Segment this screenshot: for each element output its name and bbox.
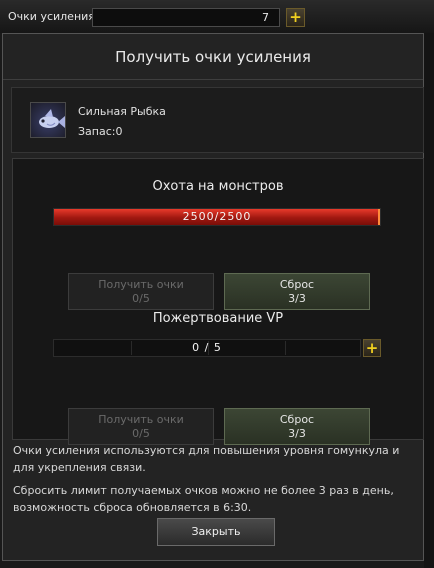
item-name: Сильная Рыбка bbox=[78, 105, 166, 118]
hunt-progress-bar: 2500/2500 bbox=[53, 208, 381, 226]
top-bar: Очки усиления 7 + bbox=[0, 0, 434, 33]
hunt-reset-label: Сброс bbox=[279, 278, 315, 291]
info-text: Очки усиления используются для повышения… bbox=[11, 442, 424, 522]
dialog-title: Получить очки усиления bbox=[115, 48, 311, 66]
donation-progress-bar: 0 / 5 bbox=[53, 339, 361, 357]
sources-panel: Охота на монстров 2500/2500 Получить очк… bbox=[12, 158, 424, 445]
hunt-get-points-button[interactable]: Получить очки 0/5 bbox=[68, 273, 214, 310]
close-button[interactable]: Закрыть bbox=[157, 518, 275, 546]
donation-progress-text: 0 / 5 bbox=[192, 341, 222, 354]
hunt-reset-button[interactable]: Сброс 3/3 bbox=[224, 273, 370, 310]
donation-plus-icon[interactable]: + bbox=[363, 339, 381, 357]
item-stock: Запас:0 bbox=[78, 125, 123, 138]
donation-reset-count: 3/3 bbox=[288, 427, 306, 440]
donation-reset-label: Сброс bbox=[279, 413, 315, 426]
donation-get-points-button[interactable]: Получить очки 0/5 bbox=[68, 408, 214, 445]
donation-get-points-label: Получить очки bbox=[98, 413, 184, 426]
hunt-progress-text: 2500/2500 bbox=[182, 210, 252, 223]
donation-reset-button[interactable]: Сброс 3/3 bbox=[224, 408, 370, 445]
info-paragraph: Очки усиления используются для повышения… bbox=[13, 444, 400, 474]
boost-points-value: 7 bbox=[92, 8, 280, 27]
background-edge bbox=[424, 33, 434, 568]
boost-points-label: Очки усиления bbox=[8, 10, 95, 23]
title-divider bbox=[3, 79, 423, 80]
donation-get-points-count: 0/5 bbox=[132, 427, 150, 440]
add-points-plus-icon[interactable]: + bbox=[286, 8, 305, 27]
donation-section-title: Пожертвование VP bbox=[152, 311, 284, 326]
hunt-section-title: Охота на монстров bbox=[152, 179, 284, 194]
hunt-reset-count: 3/3 bbox=[288, 292, 306, 305]
hunt-get-points-label: Получить очки bbox=[98, 278, 184, 291]
item-box: Сильная Рыбка Запас:0 bbox=[11, 87, 424, 153]
info-paragraph: Сбросить лимит получаемых очков можно не… bbox=[13, 484, 394, 514]
get-boost-points-dialog: Получить очки усиления Сильная Рыбка Зап… bbox=[2, 33, 424, 561]
fish-icon[interactable] bbox=[30, 102, 66, 138]
hunt-get-points-count: 0/5 bbox=[132, 292, 150, 305]
